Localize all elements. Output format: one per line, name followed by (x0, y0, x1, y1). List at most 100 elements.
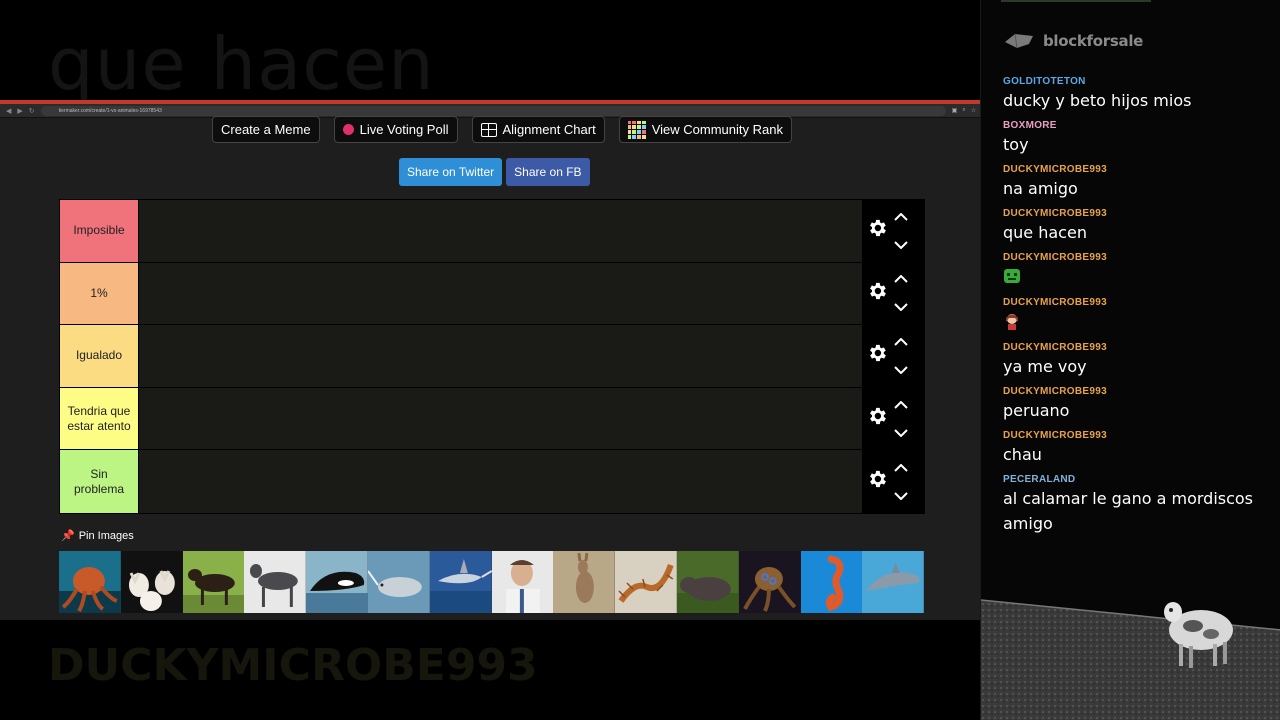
tier-label[interactable]: Tendria que estar atento (60, 387, 138, 450)
tier-image-man[interactable] (491, 551, 554, 613)
chat-message: DUCKYMICROBE993 chau (1003, 429, 1273, 467)
gear-icon[interactable] (866, 280, 888, 307)
chat-username[interactable]: DUCKYMICROBE993 (1003, 251, 1273, 264)
bookmark-star-icon[interactable]: ☆ (971, 107, 976, 114)
community-rank-button[interactable]: View Community Rank (618, 116, 792, 143)
chat-username[interactable]: GOLDITOTETON (1003, 75, 1273, 88)
chat-message: GOLDITOTETON ducky y beto hijos mios (1003, 75, 1273, 113)
chat-text: al calamar le gano a mordiscos amigo (1003, 489, 1254, 533)
create-meme-button[interactable]: Create a Meme (212, 116, 320, 143)
chat-username[interactable]: DUCKYMICROBE993 (1003, 207, 1273, 220)
gear-icon[interactable] (866, 217, 888, 244)
forward-icon[interactable]: ▶ (17, 107, 22, 115)
chat-username[interactable]: DUCKYMICROBE993 (1003, 429, 1273, 442)
url-field[interactable]: tiermaker.com/create/1-vs-animales-16978… (40, 105, 946, 116)
chevron-up-icon[interactable] (894, 270, 908, 288)
overlay-caption-bottom: DUCKYMICROBE993 (48, 640, 538, 691)
tier-image-rottweiler[interactable] (182, 551, 245, 613)
pushpin-icon: 📌 (61, 530, 75, 542)
chat-text: ya me voy (1003, 357, 1087, 376)
chat-username[interactable]: PECERALAND (1003, 473, 1273, 486)
chat-message: DUCKYMICROBE993 ya me voy (1003, 341, 1273, 379)
chat-top-bar (1001, 0, 1151, 2)
chat-username[interactable]: DUCKYMICROBE993 (1003, 296, 1273, 309)
tier-image-orca[interactable] (306, 551, 368, 613)
tier-image-swordfish[interactable] (429, 551, 492, 613)
chat-message: DUCKYMICROBE993 na amigo (1003, 163, 1273, 201)
tier-image-hippo[interactable] (676, 551, 739, 613)
brand-header: blockforsale (1003, 30, 1143, 52)
tier-image-octopus[interactable] (59, 551, 121, 613)
tier-drop-zone[interactable] (138, 200, 862, 262)
tier-image-narwhal[interactable] (367, 551, 430, 613)
alignment-chart-button[interactable]: Alignment Chart (471, 116, 605, 143)
chat-username[interactable]: DUCKYMICROBE993 (1003, 385, 1273, 398)
tier-image-great-dane[interactable] (244, 551, 307, 613)
live-voting-poll-button[interactable]: Live Voting Poll (333, 116, 458, 143)
image-pool (59, 551, 925, 613)
chevron-down-icon[interactable] (894, 487, 908, 505)
tier-label[interactable]: 1% (60, 262, 138, 325)
tier-drop-zone[interactable] (138, 387, 862, 450)
brand-name: blockforsale (1043, 32, 1144, 50)
browser-window: ◀ ▶ ↻ tiermaker.com/create/1-vs-animales… (0, 100, 980, 620)
tier-label[interactable]: Imposible (60, 200, 138, 262)
chevron-down-icon[interactable] (894, 236, 908, 254)
share-twitter-button[interactable]: Share on Twitter (399, 158, 503, 186)
chat-text: toy (1003, 135, 1029, 154)
chevron-down-icon[interactable] (894, 361, 908, 379)
chat-message: DUCKYMICROBE993 que hacen (1003, 207, 1273, 245)
tier-label[interactable]: Sin problema (60, 450, 138, 513)
chat-username[interactable]: DUCKYMICROBE993 (1003, 341, 1273, 354)
chevron-up-icon[interactable] (894, 396, 908, 414)
tier-image-seahorse[interactable] (800, 551, 863, 613)
chevron-up-icon[interactable] (894, 333, 908, 351)
chat-messages: GOLDITOTETON ducky y beto hijos mios BOXMO… (1003, 75, 1273, 542)
tier-list: Imposible 1% Igualado Tendria que estar ate… (59, 199, 925, 514)
gear-icon[interactable] (866, 405, 888, 432)
chat-username[interactable]: DUCKYMICROBE993 (1003, 163, 1273, 176)
tier-controls (862, 262, 924, 325)
grid-icon (480, 122, 497, 137)
back-icon[interactable]: ◀ (6, 107, 11, 115)
chat-text: peruano (1003, 401, 1070, 420)
chevron-up-icon[interactable] (894, 459, 908, 477)
pin-images-toggle[interactable]: 📌 Pin Images (61, 529, 134, 543)
tiermaker-page: Create a Meme Live Voting Poll Alignment… (0, 116, 980, 620)
chat-message: PECERALAND al calamar le gano a mordiscos… (1003, 473, 1273, 536)
gear-icon[interactable] (866, 342, 888, 369)
tier-drop-zone[interactable] (138, 325, 862, 387)
sheep-webcam-scene (981, 599, 1280, 720)
share-buttons: Share on Twitter Share on FB (399, 158, 590, 186)
tier-toolbar: Create a Meme Live Voting Poll Alignment… (212, 116, 792, 143)
chat-message: DUCKYMICROBE993 (1003, 296, 1273, 335)
tier-row: Sin problema (60, 450, 924, 513)
tier-image-kangaroo[interactable] (553, 551, 616, 613)
tier-row: 1% (60, 262, 924, 326)
tier-drop-zone[interactable] (138, 450, 862, 513)
chevron-down-icon[interactable] (894, 298, 908, 316)
alignment-chart-label: Alignment Chart (502, 122, 596, 137)
chevron-up-icon[interactable] (894, 208, 908, 226)
stream-canvas: que hacen ◀ ▶ ↻ tiermaker.com/create/1-v… (0, 0, 1280, 720)
tier-controls (862, 325, 924, 387)
live-voting-poll-label: Live Voting Poll (359, 122, 449, 137)
gear-icon[interactable] (866, 468, 888, 495)
reload-icon[interactable]: ↻ (29, 107, 35, 115)
share-facebook-button[interactable]: Share on FB (506, 158, 590, 186)
tier-image-blue-ringed-octopus[interactable] (738, 551, 801, 613)
character-emote (1003, 309, 1273, 335)
tier-image-centipede[interactable] (615, 551, 677, 613)
tier-row: Imposible (60, 200, 924, 263)
overlay-caption-top: que hacen (48, 22, 435, 106)
chat-message: DUCKYMICROBE993 (1003, 251, 1273, 290)
tier-drop-zone[interactable] (138, 262, 862, 325)
extension-icon[interactable]: ▣ (952, 107, 958, 114)
tier-controls (862, 387, 924, 450)
chat-username[interactable]: BOXMORE (1003, 119, 1273, 132)
tier-image-dolphin[interactable] (862, 551, 925, 613)
tier-image-chihuahuas[interactable] (120, 551, 183, 613)
tier-label[interactable]: Igualado (60, 325, 138, 387)
zoom-icon[interactable]: ⌕ (962, 107, 965, 114)
chevron-down-icon[interactable] (894, 424, 908, 442)
